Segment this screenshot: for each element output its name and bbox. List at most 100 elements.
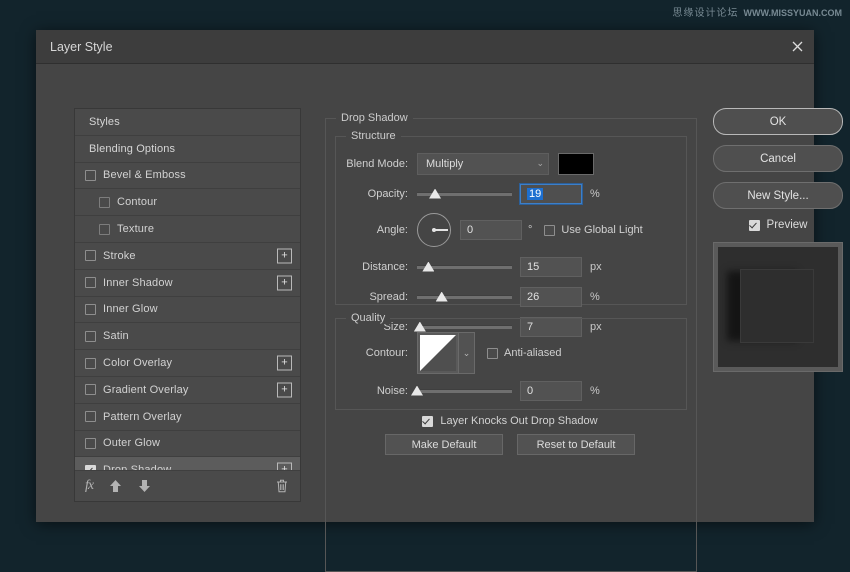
style-row-inner-glow[interactable]: Inner Glow (75, 297, 300, 324)
style-row-pattern-overlay[interactable]: Pattern Overlay (75, 404, 300, 431)
make-default-button[interactable]: Make Default (385, 434, 503, 455)
arrow-up-icon[interactable] (109, 479, 122, 493)
add-effect-plus-icon[interactable]: + (277, 463, 292, 470)
layer-knocks-out-box (422, 416, 433, 427)
noise-label: Noise: (336, 385, 408, 397)
spread-slider[interactable] (417, 290, 512, 304)
style-row-stroke[interactable]: Stroke + (75, 243, 300, 270)
style-row-contour[interactable]: Contour (75, 189, 300, 216)
cancel-button[interactable]: Cancel (713, 145, 843, 172)
preview-checkbox[interactable]: Preview (713, 219, 843, 231)
angle-label: Angle: (336, 224, 408, 236)
style-row-drop-shadow[interactable]: Drop Shadow+ (75, 457, 300, 470)
fx-icon[interactable]: fx (85, 478, 93, 494)
layer-knocks-out-checkbox[interactable]: Layer Knocks Out Drop Shadow (422, 415, 597, 427)
linear-contour-icon (420, 335, 456, 371)
style-row-blending-options[interactable]: Blending Options (75, 136, 300, 163)
noise-slider[interactable] (417, 384, 512, 398)
shadow-color-swatch[interactable] (558, 153, 594, 175)
contour-label: Contour: (336, 347, 408, 359)
style-checkbox[interactable] (85, 304, 96, 315)
add-effect-plus-icon[interactable]: + (277, 382, 292, 397)
style-checkbox[interactable] (85, 384, 96, 395)
style-checkbox[interactable] (85, 411, 96, 422)
preview-shape (740, 269, 814, 343)
style-checkbox[interactable] (85, 438, 96, 449)
chevron-down-icon: ⌄ (536, 158, 544, 169)
style-row-bevel-emboss[interactable]: Bevel & Emboss (75, 163, 300, 190)
drop-shadow-group: Drop Shadow Structure Blend Mode: Multip… (325, 118, 697, 572)
use-global-light-checkbox[interactable]: Use Global Light (544, 224, 642, 236)
angle-unit: ° (528, 224, 532, 236)
angle-dial[interactable] (417, 213, 451, 247)
opacity-input[interactable]: 19 (520, 184, 582, 204)
distance-unit: px (590, 261, 602, 273)
watermark-zh: 思缘设计论坛 (673, 8, 739, 19)
style-row-styles[interactable]: Styles (75, 109, 300, 136)
distance-row: Distance: 15 px (336, 256, 686, 277)
distance-label: Distance: (336, 261, 408, 273)
style-checkbox[interactable] (85, 170, 96, 181)
angle-dial-hand (434, 229, 448, 231)
style-checkbox[interactable] (85, 331, 96, 342)
ok-button[interactable]: OK (713, 108, 843, 135)
arrow-down-icon[interactable] (138, 479, 151, 493)
add-effect-plus-icon[interactable]: + (277, 248, 292, 263)
angle-input[interactable]: 0 (460, 220, 522, 240)
reset-to-default-button[interactable]: Reset to Default (517, 434, 635, 455)
add-effect-plus-icon[interactable]: + (277, 356, 292, 371)
new-style-button[interactable]: New Style... (713, 182, 843, 209)
style-checkbox[interactable] (99, 224, 110, 235)
preview-box (749, 220, 760, 231)
add-effect-plus-icon[interactable]: + (277, 275, 292, 290)
style-row-satin[interactable]: Satin (75, 323, 300, 350)
style-row-color-overlay[interactable]: Color Overlay+ (75, 350, 300, 377)
default-buttons-row: Make Default Reset to Default (385, 434, 635, 455)
dialog-title: Layer Style (50, 40, 113, 54)
blend-mode-select[interactable]: Multiply ⌄ (417, 153, 549, 175)
style-checkbox[interactable] (85, 250, 96, 261)
style-row-gradient-overlay[interactable]: Gradient Overlay + (75, 377, 300, 404)
style-row-label: Gradient Overlay (103, 384, 189, 396)
structure-legend: Structure (346, 130, 401, 142)
contour-row: Contour: ⌄ Anti-aliased (336, 332, 686, 374)
style-row-outer-glow[interactable]: Outer Glow (75, 431, 300, 458)
style-row-label: Pattern Overlay (103, 411, 182, 423)
styles-list[interactable]: Styles Blending Options Bevel & Emboss Cont… (75, 109, 300, 470)
style-row-texture[interactable]: Texture (75, 216, 300, 243)
distance-value: 15 (527, 261, 539, 273)
preview-canvas (718, 247, 838, 367)
style-row-label: Stroke (103, 250, 136, 262)
style-checkbox[interactable] (85, 358, 96, 369)
blend-mode-row: Blend Mode: Multiply ⌄ (336, 153, 686, 174)
noise-input[interactable]: 0 (520, 381, 582, 401)
structure-group: Structure Blend Mode: Multiply ⌄ (335, 136, 687, 305)
contour-preset-swatch[interactable] (417, 332, 459, 374)
contour-dropdown-arrow[interactable]: ⌄ (459, 332, 475, 374)
style-row-inner-shadow[interactable]: Inner Shadow+ (75, 270, 300, 297)
style-row-label: Satin (103, 330, 129, 342)
noise-value: 0 (527, 385, 533, 397)
spread-input[interactable]: 26 (520, 287, 582, 307)
anti-aliased-checkbox[interactable]: Anti-aliased (487, 347, 561, 359)
spread-slider-track (417, 295, 512, 299)
trash-icon[interactable] (276, 479, 288, 493)
dialog-titlebar[interactable]: Layer Style (36, 30, 814, 64)
style-checkbox[interactable] (85, 277, 96, 288)
style-checkbox[interactable] (99, 197, 110, 208)
style-preview-thumbnail (713, 242, 843, 372)
opacity-unit: % (590, 188, 600, 200)
distance-slider[interactable] (417, 260, 512, 274)
use-global-light-box (544, 225, 555, 236)
quality-group: Quality Contour: ⌄ Anti-aliased (335, 318, 687, 410)
distance-input[interactable]: 15 (520, 257, 582, 277)
opacity-slider[interactable] (417, 187, 512, 201)
use-global-light-label: Use Global Light (561, 224, 642, 236)
style-row-label: Blending Options (89, 143, 175, 155)
noise-slider-track (417, 389, 512, 393)
close-icon[interactable] (780, 30, 814, 63)
style-row-label: Bevel & Emboss (103, 169, 186, 181)
style-row-label: Styles (89, 116, 120, 128)
drop-shadow-settings: Drop Shadow Structure Blend Mode: Multip… (325, 108, 697, 570)
site-watermark: 思缘设计论坛WWW.MISSYUAN.COM (673, 4, 843, 19)
